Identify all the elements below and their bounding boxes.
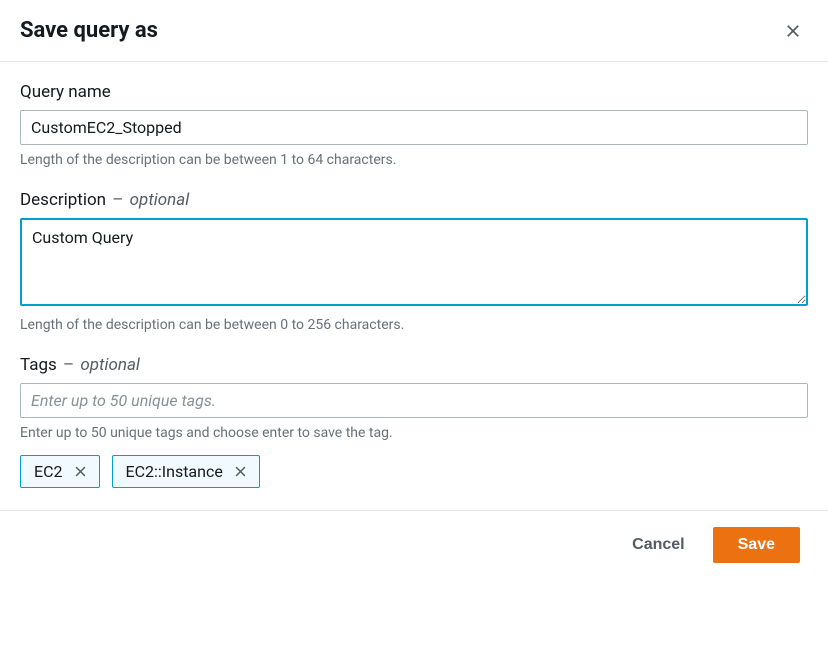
dialog-title: Save query as bbox=[20, 18, 158, 43]
tag-chip: EC2::Instance bbox=[112, 455, 260, 488]
tags-row: EC2 EC2::Instance bbox=[20, 455, 808, 488]
tag-chip-label: EC2 bbox=[34, 462, 63, 481]
query-name-group: Query name Length of the description can… bbox=[20, 82, 808, 168]
tag-remove-button[interactable] bbox=[233, 464, 248, 479]
description-input[interactable] bbox=[20, 218, 808, 306]
tag-chip: EC2 bbox=[20, 455, 100, 488]
dialog-header: Save query as bbox=[0, 0, 828, 62]
query-name-label: Query name bbox=[20, 82, 808, 102]
tags-label-text: Tags bbox=[20, 355, 57, 375]
save-button[interactable]: Save bbox=[713, 527, 800, 563]
cancel-button[interactable]: Cancel bbox=[626, 528, 690, 562]
dialog-body: Query name Length of the description can… bbox=[0, 62, 828, 510]
query-name-input[interactable] bbox=[20, 110, 808, 145]
tags-hint: Enter up to 50 unique tags and choose en… bbox=[20, 425, 808, 441]
close-button[interactable] bbox=[782, 20, 804, 42]
tags-optional-text: optional bbox=[80, 355, 140, 375]
tags-input[interactable] bbox=[20, 383, 808, 418]
close-icon bbox=[784, 22, 802, 40]
description-optional-text: optional bbox=[130, 190, 190, 210]
dialog-footer: Cancel Save bbox=[0, 510, 828, 581]
tags-label: Tags – optional bbox=[20, 355, 808, 375]
description-label: Description – optional bbox=[20, 190, 808, 210]
description-label-text: Description bbox=[20, 190, 106, 210]
close-icon bbox=[233, 464, 248, 479]
tag-chip-label: EC2::Instance bbox=[126, 462, 223, 481]
description-group: Description – optional Length of the des… bbox=[20, 190, 808, 333]
tag-remove-button[interactable] bbox=[73, 464, 88, 479]
description-hint: Length of the description can be between… bbox=[20, 317, 808, 333]
close-icon bbox=[73, 464, 88, 479]
tags-group: Tags – optional Enter up to 50 unique ta… bbox=[20, 355, 808, 488]
query-name-hint: Length of the description can be between… bbox=[20, 152, 808, 168]
